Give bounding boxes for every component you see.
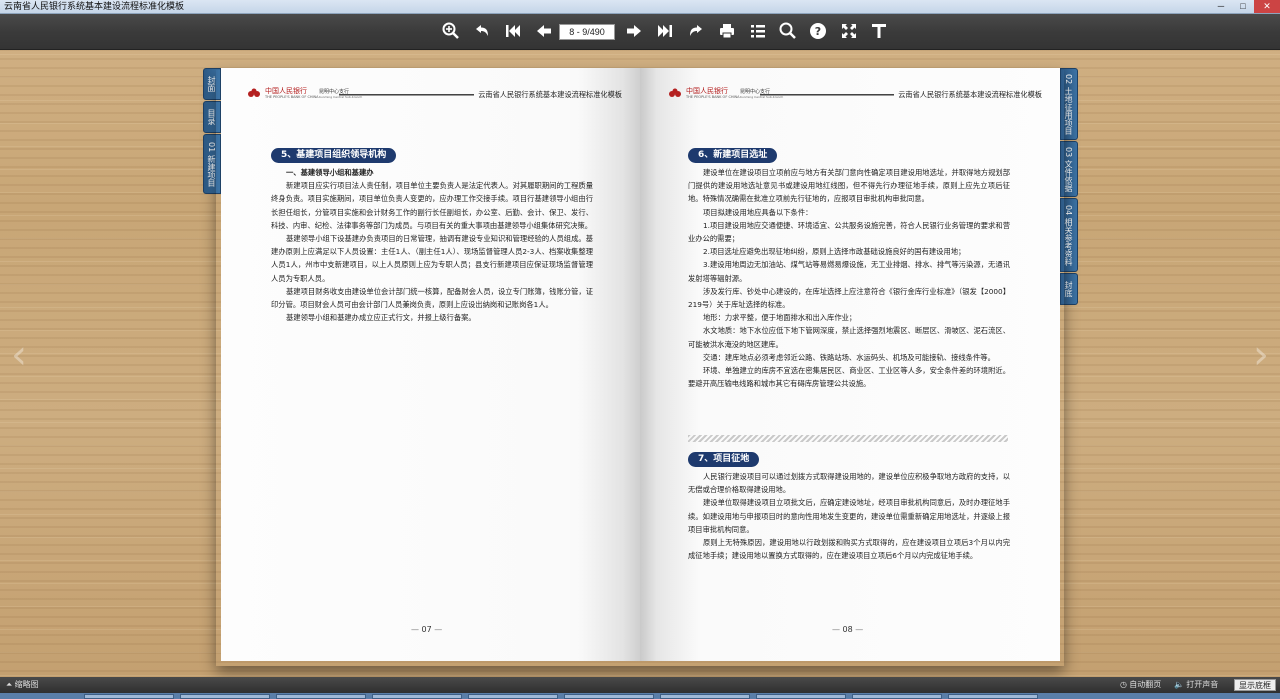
- window-title: 云南省人民银行系统基本建设流程标准化模板: [4, 1, 185, 11]
- section-divider: [688, 435, 1008, 442]
- print-icon[interactable]: [717, 22, 737, 42]
- paragraph: 地形：力求平整，便于地面排水和出入库作业；: [703, 313, 857, 323]
- section6-body: 建设单位在建设项目立项前应与地方有关部门意向性确定项目建设用地选址，并取得地方规…: [688, 166, 1010, 390]
- close-button[interactable]: ✕: [1254, 0, 1280, 13]
- section-title: 5、基建项目组织领导机构: [271, 148, 397, 163]
- paragraph: 项目拟建设用地应具备以下条件：: [703, 207, 813, 217]
- clock-icon: ◷: [1120, 680, 1127, 689]
- paragraph: 2.项目选址应避免出现征地纠纷，原则上选择市政基础设施良好的国有建设用地；: [703, 247, 966, 257]
- section-title: 6、新建项目选址: [688, 148, 778, 163]
- paragraph: 建设单位在建设项目立项前应与地方有关部门意向性确定项目建设用地选址，并取得地方规…: [688, 168, 1010, 204]
- taskbar-item[interactable]: [756, 694, 846, 699]
- page-header: 中国人民银行 THE PEOPLE'S BANK OF CHINA 昆明中心支行…: [664, 86, 1042, 104]
- document-title: 云南省人民银行系统基本建设流程标准化模板: [898, 90, 1042, 99]
- bank-logo-icon: [669, 88, 681, 97]
- right-page[interactable]: 中国人民银行 THE PEOPLE'S BANK OF CHINA 昆明中心支行…: [640, 68, 1060, 661]
- paragraph: 人民银行建设项目可以通过划拨方式取得建设用地的，建设单位应积极争取地方政府的支持…: [688, 472, 1010, 495]
- undo-icon[interactable]: [472, 22, 492, 42]
- section7-body: 人民银行建设项目可以通过划拨方式取得建设用地的，建设单位应积极争取地方政府的支持…: [688, 470, 1010, 562]
- maximize-button[interactable]: □: [1232, 0, 1254, 13]
- paragraph: 基建领导小组和基建办成立应正式行文，并报上级行备案。: [286, 313, 476, 323]
- redo-icon[interactable]: [686, 22, 706, 42]
- document-title: 云南省人民银行系统基本建设流程标准化模板: [478, 90, 622, 99]
- os-taskbar: [0, 693, 1280, 699]
- paragraph: 1.项目建设用地应交通便捷、环境适宜、公共服务设施完善，符合人民银行业务管理的要…: [688, 220, 1010, 244]
- page-number-input[interactable]: 8 - 9/490: [559, 24, 615, 40]
- taskbar-item[interactable]: [564, 694, 654, 699]
- taskbar-item[interactable]: [276, 694, 366, 699]
- reader-toolbar: 8 - 9/490 ?: [0, 14, 1280, 50]
- taskbar-item[interactable]: [468, 694, 558, 699]
- taskbar-item[interactable]: [660, 694, 750, 699]
- paragraph: 基建项目财务收支由建设单位会计部门统一核算，配备财会人员，设立专门账簿，钱账分管…: [271, 286, 593, 310]
- paragraph: 环境、单独建立的库房不宜选在密集居民区、商业区、工业区等人多，安全条件差的环境附…: [688, 366, 1010, 389]
- thumbnail-label: 缩略图: [14, 680, 39, 689]
- paragraph: 交通：建库地点必须考虑邻近公路、铁路站场、水运码头、机场及可能接轨、接线条件等。: [703, 352, 995, 362]
- text-icon[interactable]: [869, 22, 889, 42]
- paragraph: 3.建设用地周边无加油站、煤气站等易燃易爆设施，无工业排烟、排水、排气等污染源，…: [688, 260, 1010, 283]
- bank-name-en: THE PEOPLE'S BANK OF CHINA: [265, 95, 319, 99]
- subheading: 一、基建领导小组和基建办: [286, 168, 374, 177]
- paragraph: 新建项目应实行项目法人责任制，项目单位主要负责人是法定代表人。对其履职期间的工程…: [271, 181, 593, 230]
- taskbar-item[interactable]: [372, 694, 462, 699]
- paragraph: 基建领导小组下设基建办负责项目的日常管理，抽调有建设专业知识和管理经验的人员组成…: [271, 234, 593, 283]
- arrow-up-icon: ⏶: [6, 680, 13, 689]
- fullscreen-icon[interactable]: [839, 22, 859, 42]
- bank-name-en: THE PEOPLE'S BANK OF CHINA: [686, 95, 740, 99]
- first-page-icon[interactable]: [503, 22, 523, 42]
- bank-logo-icon: [248, 88, 260, 97]
- section-title: 7、项目征地: [688, 452, 760, 467]
- paragraph: 建设单位取得建设项目立项批文后，应确定建设地址，经项目审批机构同意后，及时办理征…: [688, 498, 1010, 534]
- last-page-icon[interactable]: [655, 22, 675, 42]
- search-icon[interactable]: [778, 22, 798, 42]
- sound-label: 打开声音: [1186, 680, 1219, 689]
- left-page-body: 一、基建领导小组和基建办 新建项目应实行项目法人责任制，项目单位主要负责人是法定…: [271, 166, 593, 324]
- svg-text:?: ?: [815, 25, 821, 38]
- paragraph: 涉及发行库、钞处中心建设的，在库址选择上应注意符合《银行金库行业标准》（银发【2…: [688, 286, 1010, 310]
- bottom-bar: ⏶ 缩略图 ◷ 自动翻页 🔈 打开声音 显示底框: [0, 677, 1280, 693]
- prev-spread-arrow[interactable]: ‹: [4, 310, 34, 400]
- prev-page-icon[interactable]: [534, 22, 554, 42]
- speaker-icon: 🔈: [1174, 680, 1184, 689]
- help-icon[interactable]: ?: [808, 22, 828, 42]
- page-number: — 07 —: [411, 625, 443, 634]
- next-page-icon[interactable]: [624, 22, 644, 42]
- sound-toggle[interactable]: 🔈 打开声音: [1174, 677, 1218, 693]
- window-titlebar: 云南省人民银行系统基本建设流程标准化模板 ─ □ ✕: [0, 0, 1280, 14]
- minimize-button[interactable]: ─: [1210, 0, 1232, 13]
- auto-flip-label: 自动翻页: [1129, 680, 1162, 689]
- taskbar-item[interactable]: [852, 694, 942, 699]
- taskbar-item[interactable]: [180, 694, 270, 699]
- taskbar-item[interactable]: [84, 694, 174, 699]
- header-rule: [760, 94, 894, 96]
- paragraph: 水文地质：地下水位应低下地下管网深度，禁止选择强烈地震区、断层区、滑坡区、泥石流…: [688, 326, 1010, 349]
- left-page[interactable]: 中国人民银行 THE PEOPLE'S BANK OF CHINA 昆明中心支行…: [221, 68, 640, 661]
- page-header: 中国人民银行 THE PEOPLE'S BANK OF CHINA 昆明中心支行…: [243, 86, 622, 104]
- thumbnail-toggle[interactable]: ⏶ 缩略图: [6, 677, 39, 693]
- window-controls: ─ □ ✕: [1210, 0, 1280, 14]
- page-number: — 08 —: [832, 625, 864, 634]
- auto-flip-toggle[interactable]: ◷ 自动翻页: [1120, 677, 1161, 693]
- paragraph: 原则上无特殊原因，建设用地以行政划拨和购买方式取得的，应在建设项目立项后3个月以…: [688, 538, 1010, 561]
- header-rule: [339, 94, 474, 96]
- zoom-in-icon[interactable]: [441, 22, 461, 42]
- next-spread-arrow[interactable]: ›: [1246, 310, 1276, 400]
- taskbar-item[interactable]: [948, 694, 1038, 699]
- list-icon[interactable]: [748, 22, 768, 42]
- show-toolbar-button[interactable]: 显示底框: [1234, 679, 1276, 691]
